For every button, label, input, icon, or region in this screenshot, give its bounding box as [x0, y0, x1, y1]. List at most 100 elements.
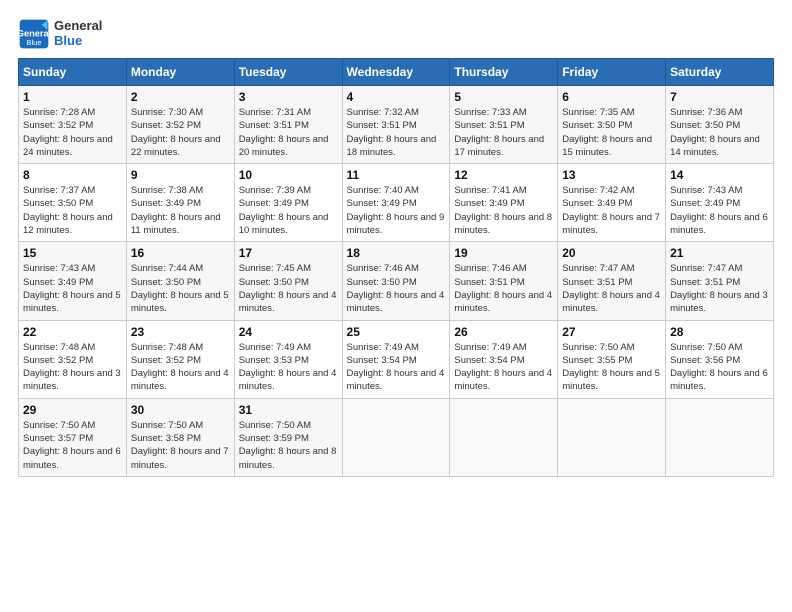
day-number: 16: [131, 246, 230, 260]
day-number: 2: [131, 90, 230, 104]
day-number: 29: [23, 403, 122, 417]
day-number: 27: [562, 325, 661, 339]
day-number: 6: [562, 90, 661, 104]
day-detail: Sunrise: 7:31 AMSunset: 3:51 PMDaylight:…: [239, 106, 338, 159]
calendar-cell: 27 Sunrise: 7:50 AMSunset: 3:55 PMDaylig…: [558, 320, 666, 398]
day-detail: Sunrise: 7:47 AMSunset: 3:51 PMDaylight:…: [562, 262, 661, 315]
day-detail: Sunrise: 7:28 AMSunset: 3:52 PMDaylight:…: [23, 106, 122, 159]
day-number: 12: [454, 168, 553, 182]
day-number: 18: [347, 246, 446, 260]
day-number: 3: [239, 90, 338, 104]
day-detail: Sunrise: 7:32 AMSunset: 3:51 PMDaylight:…: [347, 106, 446, 159]
day-detail: Sunrise: 7:37 AMSunset: 3:50 PMDaylight:…: [23, 184, 122, 237]
calendar-cell: [666, 398, 774, 476]
day-number: 10: [239, 168, 338, 182]
day-number: 11: [347, 168, 446, 182]
day-detail: Sunrise: 7:30 AMSunset: 3:52 PMDaylight:…: [131, 106, 230, 159]
day-number: 8: [23, 168, 122, 182]
day-number: 21: [670, 246, 769, 260]
day-detail: Sunrise: 7:46 AMSunset: 3:51 PMDaylight:…: [454, 262, 553, 315]
day-detail: Sunrise: 7:50 AMSunset: 3:59 PMDaylight:…: [239, 419, 338, 472]
day-detail: Sunrise: 7:46 AMSunset: 3:50 PMDaylight:…: [347, 262, 446, 315]
calendar-cell: 8 Sunrise: 7:37 AMSunset: 3:50 PMDayligh…: [19, 164, 127, 242]
calendar-week-2: 8 Sunrise: 7:37 AMSunset: 3:50 PMDayligh…: [19, 164, 774, 242]
weekday-header-monday: Monday: [126, 59, 234, 86]
weekday-header-row: SundayMondayTuesdayWednesdayThursdayFrid…: [19, 59, 774, 86]
day-detail: Sunrise: 7:42 AMSunset: 3:49 PMDaylight:…: [562, 184, 661, 237]
day-detail: Sunrise: 7:44 AMSunset: 3:50 PMDaylight:…: [131, 262, 230, 315]
day-number: 13: [562, 168, 661, 182]
calendar-cell: 16 Sunrise: 7:44 AMSunset: 3:50 PMDaylig…: [126, 242, 234, 320]
weekday-header-thursday: Thursday: [450, 59, 558, 86]
day-detail: Sunrise: 7:35 AMSunset: 3:50 PMDaylight:…: [562, 106, 661, 159]
day-number: 31: [239, 403, 338, 417]
day-number: 9: [131, 168, 230, 182]
weekday-header-friday: Friday: [558, 59, 666, 86]
calendar-cell: 11 Sunrise: 7:40 AMSunset: 3:49 PMDaylig…: [342, 164, 450, 242]
calendar-cell: 9 Sunrise: 7:38 AMSunset: 3:49 PMDayligh…: [126, 164, 234, 242]
calendar-cell: 7 Sunrise: 7:36 AMSunset: 3:50 PMDayligh…: [666, 86, 774, 164]
day-detail: Sunrise: 7:49 AMSunset: 3:53 PMDaylight:…: [239, 341, 338, 394]
svg-text:Blue: Blue: [26, 38, 41, 47]
day-detail: Sunrise: 7:43 AMSunset: 3:49 PMDaylight:…: [670, 184, 769, 237]
day-number: 28: [670, 325, 769, 339]
day-number: 17: [239, 246, 338, 260]
day-detail: Sunrise: 7:38 AMSunset: 3:49 PMDaylight:…: [131, 184, 230, 237]
day-detail: Sunrise: 7:50 AMSunset: 3:56 PMDaylight:…: [670, 341, 769, 394]
weekday-header-wednesday: Wednesday: [342, 59, 450, 86]
calendar-cell: 17 Sunrise: 7:45 AMSunset: 3:50 PMDaylig…: [234, 242, 342, 320]
day-number: 7: [670, 90, 769, 104]
day-detail: Sunrise: 7:48 AMSunset: 3:52 PMDaylight:…: [131, 341, 230, 394]
day-detail: Sunrise: 7:49 AMSunset: 3:54 PMDaylight:…: [347, 341, 446, 394]
day-number: 30: [131, 403, 230, 417]
calendar-cell: 12 Sunrise: 7:41 AMSunset: 3:49 PMDaylig…: [450, 164, 558, 242]
page: General Blue General Blue SundayMondayTu…: [0, 0, 792, 612]
day-detail: Sunrise: 7:40 AMSunset: 3:49 PMDaylight:…: [347, 184, 446, 237]
calendar-cell: 20 Sunrise: 7:47 AMSunset: 3:51 PMDaylig…: [558, 242, 666, 320]
calendar-cell: 21 Sunrise: 7:47 AMSunset: 3:51 PMDaylig…: [666, 242, 774, 320]
calendar-cell: 1 Sunrise: 7:28 AMSunset: 3:52 PMDayligh…: [19, 86, 127, 164]
day-number: 22: [23, 325, 122, 339]
logo-text: General Blue: [54, 19, 102, 49]
day-detail: Sunrise: 7:45 AMSunset: 3:50 PMDaylight:…: [239, 262, 338, 315]
calendar-week-5: 29 Sunrise: 7:50 AMSunset: 3:57 PMDaylig…: [19, 398, 774, 476]
calendar-cell: [450, 398, 558, 476]
calendar-cell: 14 Sunrise: 7:43 AMSunset: 3:49 PMDaylig…: [666, 164, 774, 242]
day-number: 20: [562, 246, 661, 260]
calendar-cell: 18 Sunrise: 7:46 AMSunset: 3:50 PMDaylig…: [342, 242, 450, 320]
calendar-cell: 2 Sunrise: 7:30 AMSunset: 3:52 PMDayligh…: [126, 86, 234, 164]
calendar-cell: 6 Sunrise: 7:35 AMSunset: 3:50 PMDayligh…: [558, 86, 666, 164]
day-number: 24: [239, 325, 338, 339]
calendar-cell: 30 Sunrise: 7:50 AMSunset: 3:58 PMDaylig…: [126, 398, 234, 476]
calendar-cell: 15 Sunrise: 7:43 AMSunset: 3:49 PMDaylig…: [19, 242, 127, 320]
day-detail: Sunrise: 7:50 AMSunset: 3:58 PMDaylight:…: [131, 419, 230, 472]
calendar-cell: 13 Sunrise: 7:42 AMSunset: 3:49 PMDaylig…: [558, 164, 666, 242]
logo-icon: General Blue: [18, 18, 50, 50]
day-number: 25: [347, 325, 446, 339]
calendar-cell: [558, 398, 666, 476]
svg-text:General: General: [18, 29, 50, 39]
calendar-week-3: 15 Sunrise: 7:43 AMSunset: 3:49 PMDaylig…: [19, 242, 774, 320]
day-detail: Sunrise: 7:48 AMSunset: 3:52 PMDaylight:…: [23, 341, 122, 394]
day-number: 23: [131, 325, 230, 339]
calendar-cell: 25 Sunrise: 7:49 AMSunset: 3:54 PMDaylig…: [342, 320, 450, 398]
calendar-cell: 22 Sunrise: 7:48 AMSunset: 3:52 PMDaylig…: [19, 320, 127, 398]
day-detail: Sunrise: 7:39 AMSunset: 3:49 PMDaylight:…: [239, 184, 338, 237]
day-detail: Sunrise: 7:50 AMSunset: 3:57 PMDaylight:…: [23, 419, 122, 472]
day-number: 1: [23, 90, 122, 104]
calendar-cell: 31 Sunrise: 7:50 AMSunset: 3:59 PMDaylig…: [234, 398, 342, 476]
calendar-cell: 29 Sunrise: 7:50 AMSunset: 3:57 PMDaylig…: [19, 398, 127, 476]
calendar-table: SundayMondayTuesdayWednesdayThursdayFrid…: [18, 58, 774, 477]
calendar-cell: 10 Sunrise: 7:39 AMSunset: 3:49 PMDaylig…: [234, 164, 342, 242]
day-detail: Sunrise: 7:33 AMSunset: 3:51 PMDaylight:…: [454, 106, 553, 159]
day-detail: Sunrise: 7:41 AMSunset: 3:49 PMDaylight:…: [454, 184, 553, 237]
day-number: 5: [454, 90, 553, 104]
day-number: 26: [454, 325, 553, 339]
calendar-cell: [342, 398, 450, 476]
header: General Blue General Blue: [18, 18, 774, 50]
calendar-cell: 3 Sunrise: 7:31 AMSunset: 3:51 PMDayligh…: [234, 86, 342, 164]
weekday-header-saturday: Saturday: [666, 59, 774, 86]
calendar-cell: 28 Sunrise: 7:50 AMSunset: 3:56 PMDaylig…: [666, 320, 774, 398]
weekday-header-tuesday: Tuesday: [234, 59, 342, 86]
day-number: 19: [454, 246, 553, 260]
